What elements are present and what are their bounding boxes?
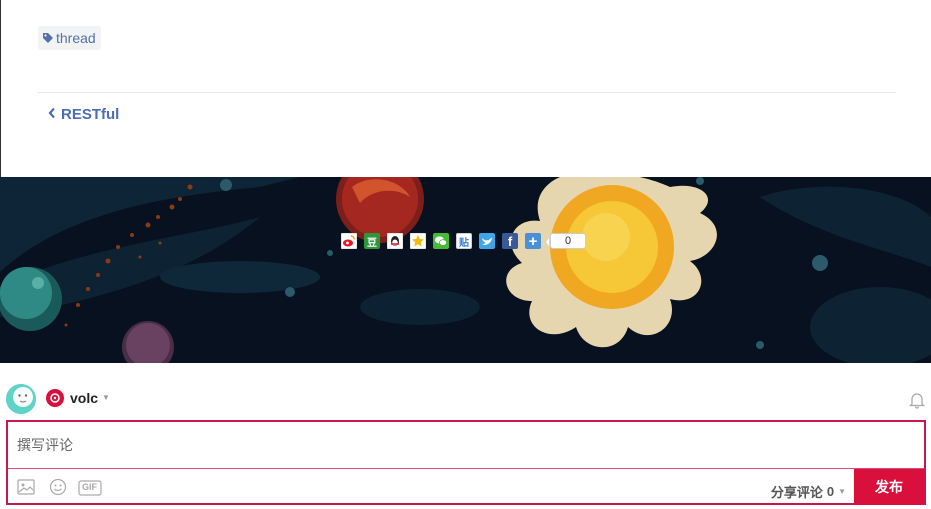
share-count: 0 [546,233,586,249]
previous-post-link[interactable]: RESTful [48,106,119,123]
douban-share-icon[interactable]: 豆 [364,233,380,249]
tag-label: thread [56,30,96,46]
publish-button[interactable]: 发布 [854,469,924,505]
share-comment-count: 0 [826,484,835,499]
gif-label: GIF [82,482,97,492]
comment-section: volc ▼ GIF 分享评论 0 ▼ 发布 [0,363,931,509]
comment-input[interactable] [8,422,924,469]
space-illustration [0,177,931,363]
divider [38,92,896,93]
space-banner: 豆 贴 f + 0 [0,177,931,363]
twitter-share-icon[interactable] [479,233,495,249]
tieba-share-icon[interactable]: 贴 [456,233,472,249]
facebook-share-icon[interactable]: f [502,233,518,249]
chevron-down-icon[interactable]: ▼ [102,393,110,402]
share-comment-label: 分享评论 [770,485,823,500]
tag-thread[interactable]: thread [38,26,101,50]
qq-share-icon[interactable] [387,233,403,249]
bell-icon[interactable] [908,391,926,414]
more-share-icon[interactable]: + [525,233,541,250]
tag-icon [42,32,54,44]
qzone-share-icon[interactable] [410,233,426,249]
emoji-icon[interactable] [49,478,67,501]
previous-post-title: RESTful [61,106,120,123]
share-comment-toggle[interactable]: 分享评论 0 ▼ [771,482,846,501]
username[interactable]: volc [70,390,98,406]
article-footer: thread RESTful [0,0,931,177]
avatar[interactable] [6,384,36,414]
gif-icon[interactable]: GIF [78,480,102,501]
wechat-share-icon[interactable] [433,233,449,249]
comment-editor: GIF 分享评论 0 ▼ 发布 [6,420,926,505]
chevron-left-icon [48,106,56,123]
weibo-account-icon [46,389,64,407]
weibo-share-icon[interactable] [341,233,357,249]
image-icon[interactable] [17,478,35,501]
share-bar: 豆 贴 f + 0 [341,233,586,250]
chevron-down-icon: ▼ [838,487,846,496]
